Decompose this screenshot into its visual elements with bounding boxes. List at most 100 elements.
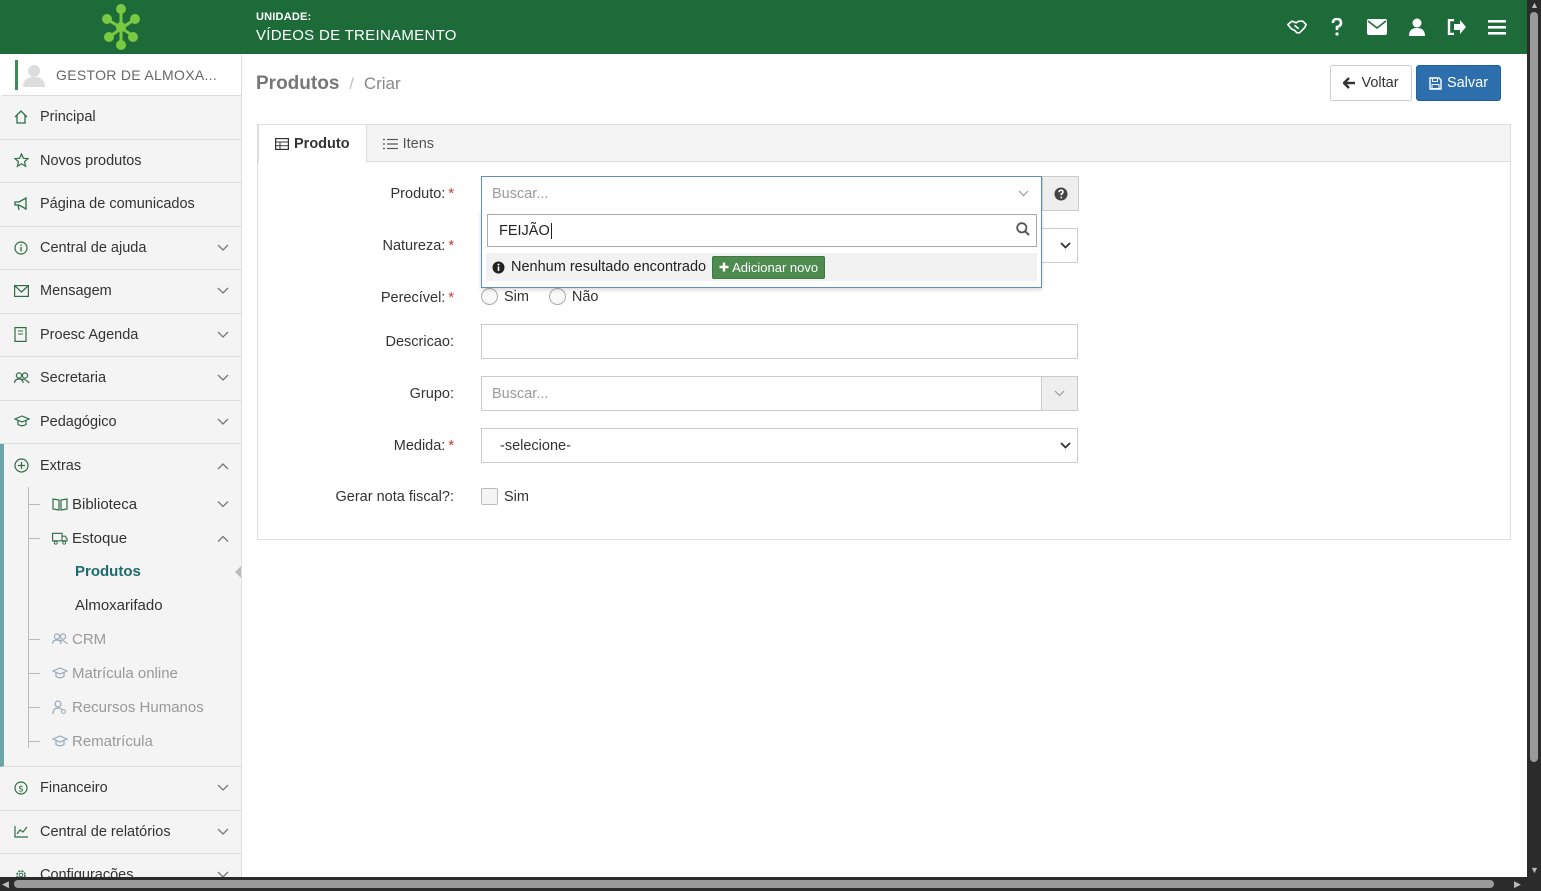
medida-select[interactable]: -selecione- (481, 428, 1078, 463)
sidebar-item-central-ajuda[interactable]: Central de ajuda (0, 227, 241, 270)
sidebar-item-rematricula[interactable]: Rematrícula (4, 724, 241, 758)
natureza-label: Natureza: (382, 237, 446, 254)
page-title[interactable]: Produtos (256, 73, 339, 95)
chevron-up-icon (217, 530, 229, 547)
sidebar-item-comunicados[interactable]: Página de comunicados (0, 183, 241, 227)
dropdown-search-value: FEIJÃO (499, 222, 550, 239)
vertical-scrollbar[interactable]: ▲ ▼ (1527, 0, 1541, 891)
sidebar-item-mensagem[interactable]: Mensagem (0, 270, 241, 314)
chevron-down-icon (217, 240, 229, 256)
sidebar-item-novos-produtos[interactable]: Novos produtos (0, 140, 241, 183)
chevron-down-icon (1005, 177, 1041, 210)
back-button-label: Voltar (1361, 75, 1399, 91)
perecivel-sim-radio[interactable]: Sim (481, 288, 529, 305)
sidebar-item-agenda[interactable]: Proesc Agenda (0, 314, 241, 357)
save-button-label: Salvar (1446, 75, 1489, 91)
sidebar-item-pedagogico[interactable]: Pedagógico (0, 401, 241, 444)
chevron-down-icon (1053, 229, 1077, 262)
required-marker: * (448, 185, 454, 202)
sidebar-item-produtos[interactable]: Produtos (4, 555, 241, 589)
sidebar-item-label: Estoque (72, 529, 128, 547)
radio-button[interactable] (548, 288, 566, 305)
no-result-text: Nenhum resultado encontrado (511, 259, 707, 275)
sidebar-item-almoxarifado[interactable]: Almoxarifado (4, 589, 241, 623)
logo[interactable] (0, 0, 242, 54)
question-icon[interactable] (1327, 17, 1347, 37)
logout-icon[interactable] (1447, 17, 1467, 37)
sidebar-item-relatorios[interactable]: Central de relatórios (0, 811, 241, 854)
produto-help-button[interactable] (1042, 176, 1079, 211)
chart-icon (14, 824, 30, 840)
sidebar-item-label: Principal (40, 109, 96, 126)
produto-select[interactable]: Buscar... (481, 176, 1042, 211)
horizontal-scrollbar[interactable]: ◀ ▶ (0, 877, 1527, 891)
descricao-field[interactable] (481, 324, 1078, 359)
scroll-up-icon[interactable]: ▲ (1530, 0, 1539, 10)
page-subtitle: Criar (363, 74, 401, 93)
sidebar-item-financeiro[interactable]: $ Financeiro (0, 767, 241, 811)
handshake-icon[interactable] (1287, 17, 1307, 37)
unit-label: UNIDADE: (256, 10, 312, 23)
add-new-button[interactable]: Adicionar novo (712, 255, 826, 279)
tab-itens[interactable]: Itens (367, 125, 450, 162)
dropdown-search-input[interactable]: FEIJÃO (487, 214, 1037, 247)
sidebar-item-label: Página de comunicados (40, 196, 195, 213)
tab-produto[interactable]: Produto (258, 125, 367, 163)
nota-fiscal-checkbox[interactable] (481, 488, 498, 505)
breadcrumb: Produtos / Criar (256, 73, 401, 95)
chevron-down-icon (217, 283, 229, 299)
perecivel-label: Perecível: (380, 290, 446, 306)
envelope-icon[interactable] (1367, 17, 1387, 37)
sidebar-item-matricula-online[interactable]: Matrícula online (4, 656, 241, 690)
dropdown-no-result: Nenhum resultado encontrado Adicionar no… (486, 253, 1037, 281)
vertical-scroll-thumb[interactable] (1530, 12, 1538, 762)
sidebar-item-crm[interactable]: CRM (4, 622, 241, 656)
sidebar-item-estoque[interactable]: Estoque (4, 521, 241, 555)
chevron-down-icon (217, 824, 229, 840)
sidebar-item-label: Pedagógico (40, 413, 117, 430)
back-button[interactable]: Voltar (1330, 65, 1412, 101)
horizontal-scroll-thumb[interactable] (14, 880, 1494, 888)
megaphone-icon (14, 196, 30, 212)
chevron-down-icon (217, 496, 229, 513)
sidebar-item-biblioteca[interactable]: Biblioteca (4, 487, 241, 521)
menu-icon[interactable] (1487, 17, 1507, 37)
sidebar: GESTOR DE ALMOXA... Principal Novos prod… (0, 54, 242, 877)
sidebar-item-secretaria[interactable]: Secretaria (0, 357, 241, 401)
chevron-down-icon (217, 370, 229, 386)
graduation-icon (14, 414, 30, 430)
user-profile[interactable]: GESTOR DE ALMOXA... (0, 54, 241, 96)
produto-placeholder: Buscar... (492, 186, 549, 202)
sidebar-item-configuracoes[interactable]: Configurações (0, 854, 241, 877)
sidebar-item-label: Rematrícula (72, 732, 153, 750)
scroll-right-icon[interactable]: ▶ (1514, 879, 1521, 890)
descricao-label: Descricao: (385, 333, 455, 350)
users-icon (52, 631, 68, 647)
main-content: Produtos / Criar Voltar Salvar Produto I… (242, 54, 1527, 877)
radio-button[interactable] (481, 288, 498, 305)
tab-bar: Produto Itens (258, 125, 1510, 163)
sidebar-item-extras[interactable]: Extras (4, 444, 241, 487)
grupo-select[interactable]: Buscar... (481, 376, 1078, 411)
radio-label: Sim (504, 288, 529, 305)
scroll-left-icon[interactable]: ◀ (2, 879, 9, 890)
chevron-down-icon (217, 327, 229, 343)
sidebar-item-label: Financeiro (40, 780, 108, 797)
person-icon (52, 699, 68, 715)
descricao-input[interactable] (481, 324, 1078, 359)
unit-name[interactable]: VÍDEOS DE TREINAMENTO (256, 27, 457, 44)
sidebar-section-extras: Extras Biblioteca Estoque Produtos Almox… (0, 444, 241, 767)
perecivel-nao-radio[interactable]: Não (548, 288, 598, 305)
sidebar-item-principal[interactable]: Principal (0, 96, 241, 140)
medida-value: -selecione- (500, 437, 571, 454)
scroll-down-icon[interactable]: ▼ (1530, 865, 1539, 875)
medida-label: Medida: (393, 437, 446, 454)
graduation-icon (52, 733, 68, 749)
sidebar-item-label: Biblioteca (72, 495, 138, 513)
sidebar-item-recursos-humanos[interactable]: Recursos Humanos (4, 690, 241, 724)
save-button[interactable]: Salvar (1416, 65, 1501, 101)
chevron-down-icon (1053, 429, 1077, 462)
sidebar-item-label: Almoxarifado (75, 596, 163, 614)
nota-fiscal-checkbox-group: Sim (481, 488, 529, 505)
user-icon[interactable] (1407, 17, 1427, 37)
